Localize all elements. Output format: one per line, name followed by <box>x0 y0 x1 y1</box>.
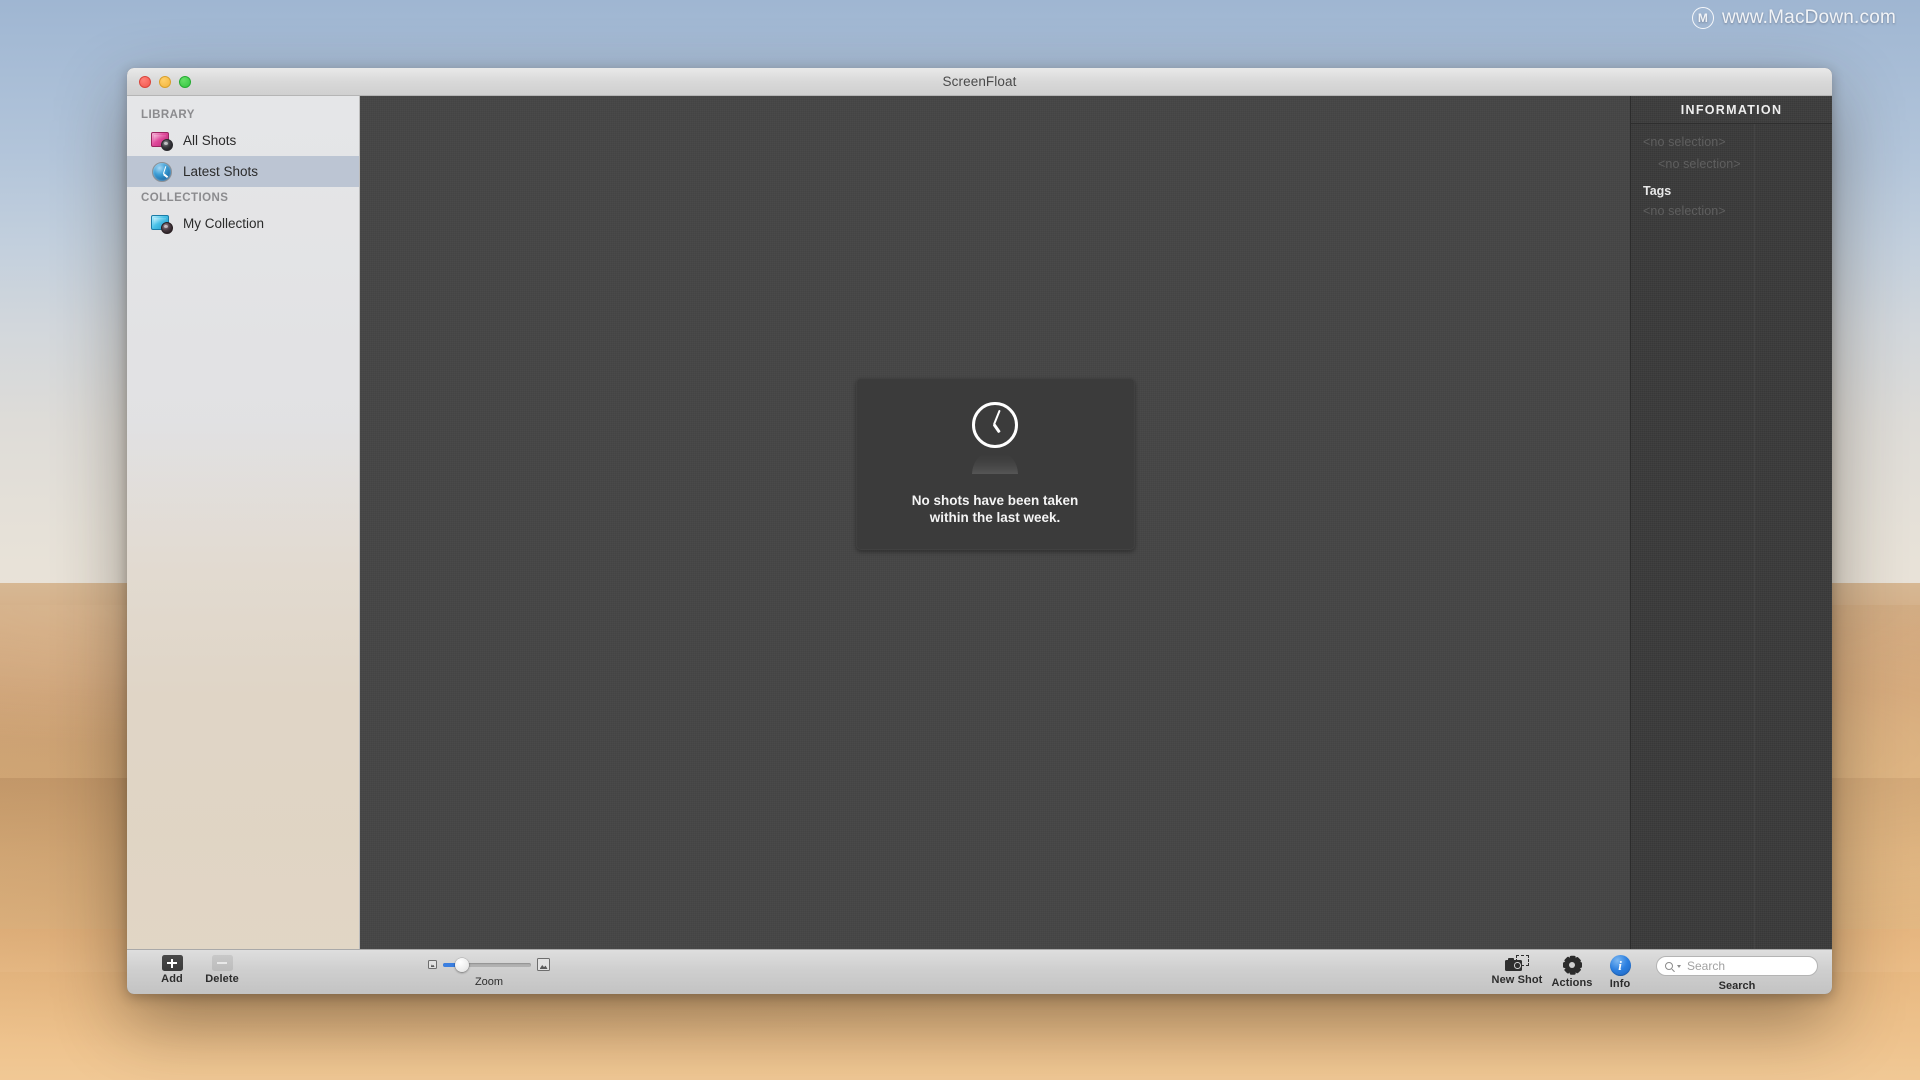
gear-icon <box>1562 955 1582 975</box>
search-group: Search <box>1656 950 1832 992</box>
information-tags-row: <no selection> <box>1631 198 1832 220</box>
zoom-track-row <box>428 957 550 972</box>
photo-album-icon <box>151 131 173 151</box>
add-button-label: Add <box>161 973 183 985</box>
sidebar-item-my-collection[interactable]: My Collection <box>127 208 359 239</box>
information-name-value: <no selection> <box>1643 135 1726 149</box>
search-label: Search <box>1718 980 1756 992</box>
information-detail-row: <no selection> <box>1631 151 1832 173</box>
small-thumbnail-icon[interactable] <box>428 960 437 969</box>
sidebar: LIBRARY All Shots Latest Shots COLLECTIO… <box>127 96 360 949</box>
toolbar-right-group: New Shot Actions i Info Search Search <box>1488 950 1832 994</box>
macdown-watermark: M www.MacDown.com <box>1691 7 1896 29</box>
search-field[interactable] <box>1656 956 1832 976</box>
zoom-slider-knob[interactable] <box>455 957 470 972</box>
traffic-light-group <box>139 68 191 96</box>
information-panel: INFORMATION <no selection> <no selection… <box>1630 96 1832 949</box>
minimize-button[interactable] <box>159 76 171 88</box>
sidebar-section-header-library: LIBRARY <box>141 109 195 121</box>
info-button[interactable]: i Info <box>1598 950 1642 990</box>
information-tags-section: Tags <box>1631 173 1832 198</box>
zoom-slider-group: Zoom <box>409 950 569 994</box>
search-input[interactable] <box>1687 959 1832 973</box>
sidebar-item-label: All Shots <box>183 133 237 148</box>
sidebar-item-all-shots[interactable]: All Shots <box>127 125 359 156</box>
delete-button[interactable]: Delete <box>195 950 249 985</box>
zoom-label: Zoom <box>474 976 504 988</box>
info-label: Info <box>1609 978 1631 990</box>
window-titlebar[interactable]: ScreenFloat <box>127 68 1832 96</box>
new-shot-label: New Shot <box>1491 974 1543 986</box>
delete-button-label: Delete <box>205 973 239 985</box>
information-name-row: <no selection> <box>1631 124 1832 151</box>
sidebar-item-label: My Collection <box>183 216 265 231</box>
bottom-toolbar: Add Delete Zoom New Shot Actions i Info … <box>127 949 1832 994</box>
sidebar-item-latest-shots[interactable]: Latest Shots <box>127 156 359 187</box>
tags-label: Tags <box>1643 184 1672 198</box>
actions-button[interactable]: Actions <box>1546 950 1598 989</box>
camera-marquee-icon <box>1505 955 1529 972</box>
empty-state-card: No shots have been taken within the last… <box>855 377 1135 550</box>
chevron-down-icon[interactable] <box>1677 964 1681 968</box>
tags-value: <no selection> <box>1643 204 1726 218</box>
toolbar-left-group: Add Delete <box>149 950 249 985</box>
new-shot-button[interactable]: New Shot <box>1488 950 1546 986</box>
zoom-slider[interactable] <box>443 957 531 972</box>
close-button[interactable] <box>139 76 151 88</box>
info-icon: i <box>1609 955 1631 976</box>
plus-icon <box>161 955 183 971</box>
camera-collection-icon <box>151 214 173 234</box>
information-panel-divider <box>1754 124 1755 949</box>
zoom-button[interactable] <box>179 76 191 88</box>
information-detail-value: <no selection> <box>1658 157 1741 171</box>
search-icon <box>1665 962 1673 970</box>
add-button[interactable]: Add <box>149 950 195 985</box>
clock-icon <box>972 401 1018 448</box>
watermark-text: www.MacDown.com <box>1721 7 1896 28</box>
actions-label: Actions <box>1551 977 1593 989</box>
sidebar-section-header-collections: COLLECTIONS <box>141 192 229 204</box>
sidebar-item-label: Latest Shots <box>183 164 259 179</box>
empty-state-message: No shots have been taken within the last… <box>912 492 1079 527</box>
shots-grid-area[interactable]: No shots have been taken within the last… <box>360 96 1630 949</box>
window-title: ScreenFloat <box>942 74 1017 89</box>
macdown-logo-icon: M <box>1691 7 1714 29</box>
empty-state-line-2: within the last week. <box>929 509 1061 525</box>
screenfloat-window: ScreenFloat LIBRARY All Shots Latest Sho… <box>127 68 1832 994</box>
window-body: LIBRARY All Shots Latest Shots COLLECTIO… <box>127 96 1832 949</box>
information-panel-title: INFORMATION <box>1631 96 1832 124</box>
empty-state-line-1: No shots have been taken <box>911 492 1079 508</box>
clock-icon <box>151 161 173 182</box>
large-thumbnail-icon[interactable] <box>537 958 550 971</box>
minus-icon <box>211 955 233 971</box>
clock-reflection <box>972 449 1018 474</box>
